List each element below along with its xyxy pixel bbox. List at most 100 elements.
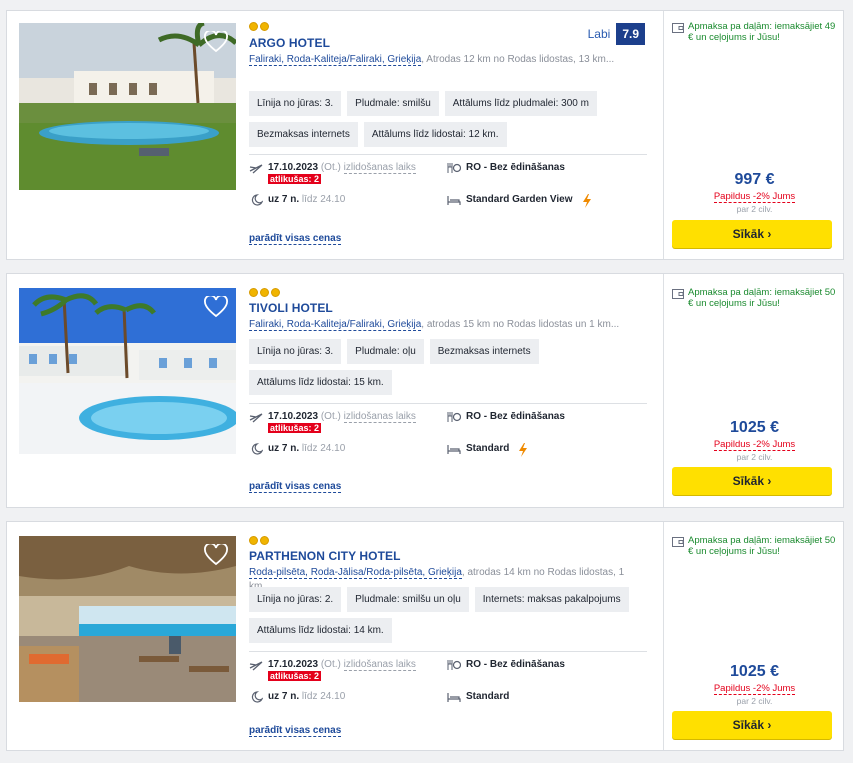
promo-text: Apmaksa pa daļām: iemaksājiet 49 € un ce… (688, 21, 836, 43)
departure-date: 17.10.2023 (268, 659, 319, 670)
star-icon (249, 288, 258, 297)
discount-label: Papildus -2% Jums (713, 439, 796, 451)
star-rating (249, 22, 269, 31)
price: 1025 € (730, 663, 779, 680)
plane-icon (249, 413, 263, 423)
meal-plan: RO - Bez ēdināšanas (466, 411, 565, 422)
departure-date: 17.10.2023 (268, 411, 319, 422)
hotel-photo[interactable] (19, 23, 236, 190)
show-all-prices-link[interactable]: parādīt visas cenas (249, 725, 342, 737)
hotel-name[interactable]: PARTHENON CITY HOTEL (249, 549, 401, 563)
plane-icon (249, 164, 263, 174)
wallet-icon (672, 23, 684, 33)
bed-icon (447, 196, 461, 205)
price-panel: Apmaksa pa daļām: iemaksājiet 50 € un ce… (663, 522, 844, 750)
feature-tag: Pludmale: smilšu (347, 91, 439, 116)
feature-list: Līnija no jūras: 2. Pludmale: smilšu un … (249, 587, 649, 643)
feature-tag: Attālums līdz lidostai: 15 km. (249, 370, 392, 395)
meal-icon (447, 660, 461, 670)
hotel-photo[interactable] (19, 536, 236, 702)
departure-time-link[interactable]: izlidošanas laiks (343, 411, 416, 423)
details-button[interactable]: Sīkāk › (672, 711, 832, 739)
feature-tag: Līnija no jūras: 2. (249, 587, 342, 612)
heart-icon[interactable] (204, 544, 228, 566)
divider (249, 651, 647, 652)
rating-label: Labi (587, 27, 611, 41)
star-icon (249, 536, 258, 545)
discount-text[interactable]: Papildus -2% Jums (664, 191, 845, 203)
hotel-card: PARTHENON CITY HOTEL Roda-pilsēta, Roda-… (6, 521, 844, 751)
departure-date: 17.10.2023 (268, 162, 319, 173)
trip-info: 17.10.2023 (Ot.) izlidošanas laiks atliku… (249, 411, 649, 461)
price-panel: Apmaksa pa daļām: iemaksājiet 50 € un ce… (663, 274, 844, 507)
bed-icon (447, 445, 461, 454)
room-type: Standard Garden View (466, 194, 573, 205)
plane-icon (249, 661, 263, 671)
installment-promo: Apmaksa pa daļām: iemaksājiet 50 € un ce… (672, 287, 840, 309)
bolt-icon (582, 194, 591, 208)
location-link[interactable]: Faliraki, Roda-Kaliteja/Faliraki, Grieķi… (249, 319, 422, 331)
departure-time-link[interactable]: izlidošanas laiks (343, 162, 416, 174)
details-button[interactable]: Sīkāk › (672, 467, 832, 495)
room-type: Standard (466, 691, 510, 702)
discount-text[interactable]: Papildus -2% Jums (664, 439, 845, 451)
hotel-name[interactable]: ARGO HOTEL (249, 36, 330, 50)
details-button[interactable]: Sīkāk › (672, 220, 832, 248)
hotel-card: TIVOLI HOTEL Faliraki, Roda-Kaliteja/Fal… (6, 273, 844, 508)
review-rating[interactable]: Labi 7.9 (588, 23, 645, 45)
show-all-prices-link[interactable]: parādīt visas cenas (249, 233, 342, 245)
wallet-icon (672, 537, 684, 547)
star-icon (249, 22, 258, 31)
feature-list: Līnija no jūras: 3. Pludmale: oļu Bezmak… (249, 339, 649, 395)
location-link[interactable]: Roda-pilsēta, Roda-Jālisa/Roda-pilsēta, … (249, 567, 462, 579)
departure-time-link[interactable]: izlidošanas laiks (343, 659, 416, 671)
heart-icon[interactable] (204, 31, 228, 53)
room-type: Standard (466, 443, 510, 454)
star-icon (271, 288, 280, 297)
hotel-photo[interactable] (19, 288, 236, 454)
installment-promo: Apmaksa pa daļām: iemaksājiet 50 € un ce… (672, 535, 840, 557)
location-link[interactable]: Faliraki, Roda-Kaliteja/Faliraki, Grieķi… (249, 54, 422, 66)
star-icon (260, 288, 269, 297)
location-text: , Atrodas 12 km no Rodas lidostas, 13 km… (421, 54, 615, 65)
weekday: (Ot.) (320, 659, 341, 670)
heart-icon[interactable] (204, 296, 228, 318)
hotel-location: Faliraki, Roda-Kaliteja/Faliraki, Grieķi… (249, 318, 639, 332)
feature-tag: Pludmale: oļu (347, 339, 424, 364)
meal-plan: RO - Bez ēdināšanas (466, 162, 565, 173)
feature-tag: Attālums līdz lidostai: 14 km. (249, 618, 392, 643)
meal-icon (447, 163, 461, 173)
moon-icon (251, 194, 263, 206)
bed-icon (447, 693, 461, 702)
nights: uz 7 n. (268, 194, 300, 205)
price: 997 € (734, 171, 775, 188)
rating-value: 7.9 (616, 23, 645, 45)
star-rating (249, 288, 280, 297)
feature-tag: Internets: maksas pakalpojums (474, 587, 629, 612)
nights: uz 7 n. (268, 443, 300, 454)
feature-tag: Līnija no jūras: 3. (249, 339, 342, 364)
divider (249, 403, 647, 404)
feature-tag: Attālums līdz lidostai: 12 km. (363, 122, 507, 147)
return-date: līdz 24.10 (301, 691, 346, 702)
price: 1025 € (730, 419, 779, 436)
promo-text: Apmaksa pa daļām: iemaksājiet 50 € un ce… (688, 535, 836, 557)
divider (249, 154, 647, 155)
show-all-prices-link[interactable]: parādīt visas cenas (249, 481, 342, 493)
discount-text[interactable]: Papildus -2% Jums (664, 683, 845, 695)
star-rating (249, 536, 269, 545)
hotel-card: ARGO HOTEL Faliraki, Roda-Kaliteja/Falir… (6, 10, 844, 260)
location-text: , atrodas 15 km no Rodas lidostas un 1 k… (421, 319, 620, 330)
feature-tag: Pludmale: smilšu un oļu (347, 587, 469, 612)
weekday: (Ot.) (320, 411, 341, 422)
installment-promo: Apmaksa pa daļām: iemaksājiet 49 € un ce… (672, 21, 840, 43)
hotel-name[interactable]: TIVOLI HOTEL (249, 301, 333, 315)
star-icon (260, 536, 269, 545)
return-date: līdz 24.10 (301, 443, 346, 454)
wallet-icon (672, 289, 684, 299)
feature-tag: Attālums līdz pludmalei: 300 m (444, 91, 597, 116)
feature-tag: Bezmaksas internets (249, 122, 358, 147)
trip-info: 17.10.2023 (Ot.) izlidošanas laiks atliku… (249, 162, 649, 212)
seats-left-badge: atlikušas: 2 (268, 423, 322, 433)
per-persons: par 2 cilv. (736, 696, 773, 706)
